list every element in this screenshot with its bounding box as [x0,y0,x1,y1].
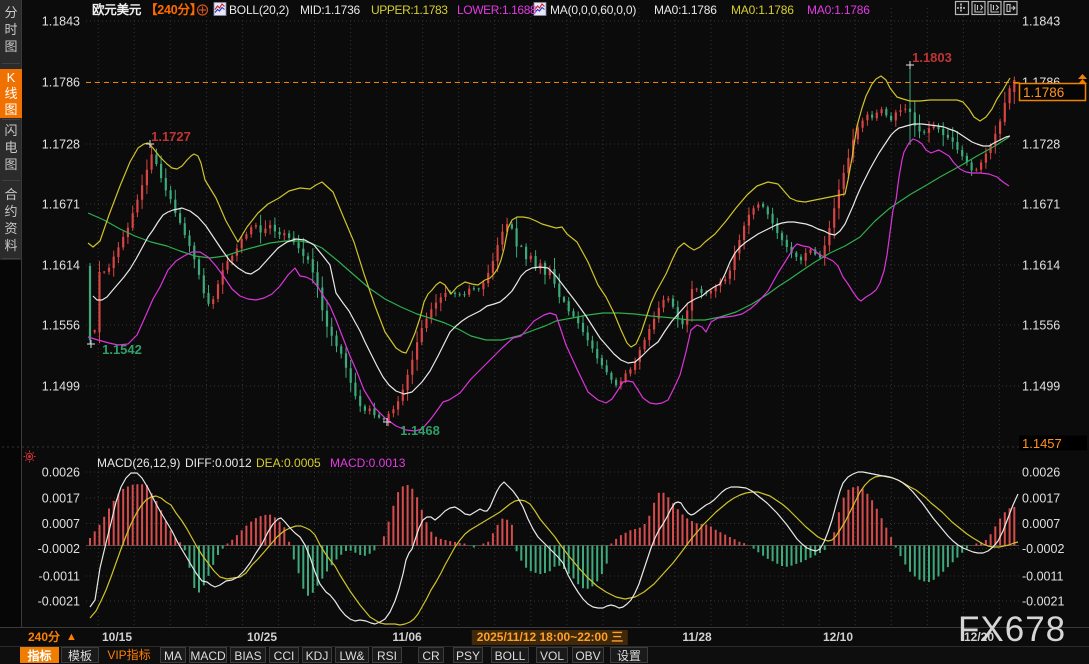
svg-text:0.0026: 0.0026 [42,466,80,480]
svg-text:1.1803: 1.1803 [912,50,952,65]
svg-text:0.0017: 0.0017 [42,492,80,506]
svg-text:1.1671: 1.1671 [42,198,80,212]
svg-text:1.1727: 1.1727 [151,129,191,144]
svg-text:-0.0002: -0.0002 [1022,542,1064,556]
svg-text:0.0007: 0.0007 [42,517,80,531]
svg-text:-0.0011: -0.0011 [39,570,81,584]
svg-text:1.1671: 1.1671 [1022,198,1060,212]
svg-text:1.1556: 1.1556 [42,319,80,333]
svg-text:1.1614: 1.1614 [1022,259,1060,273]
svg-text:1.1843: 1.1843 [42,15,80,29]
svg-text:1.1728: 1.1728 [42,138,80,152]
svg-text:0.0007: 0.0007 [1022,517,1060,531]
svg-text:1.1843: 1.1843 [1022,15,1060,29]
svg-text:1.1468: 1.1468 [400,423,440,438]
svg-text:1.1728: 1.1728 [1022,138,1060,152]
svg-text:1.1556: 1.1556 [1022,319,1060,333]
svg-text:0.0017: 0.0017 [1022,492,1060,506]
svg-text:1.1457: 1.1457 [1022,436,1062,451]
svg-text:1.1499: 1.1499 [42,380,80,394]
svg-text:1.1786: 1.1786 [42,76,80,90]
svg-text:-0.0021: -0.0021 [38,595,80,609]
svg-text:1.1499: 1.1499 [1022,380,1060,394]
svg-text:0.0026: 0.0026 [1022,466,1060,480]
svg-text:-0.0011: -0.0011 [1022,570,1064,584]
svg-text:-0.0002: -0.0002 [38,542,80,556]
svg-text:1.1614: 1.1614 [42,259,80,273]
svg-text:-0.0021: -0.0021 [1022,595,1064,609]
svg-text:1.1542: 1.1542 [102,342,142,357]
svg-text:1.1786: 1.1786 [1023,85,1064,100]
